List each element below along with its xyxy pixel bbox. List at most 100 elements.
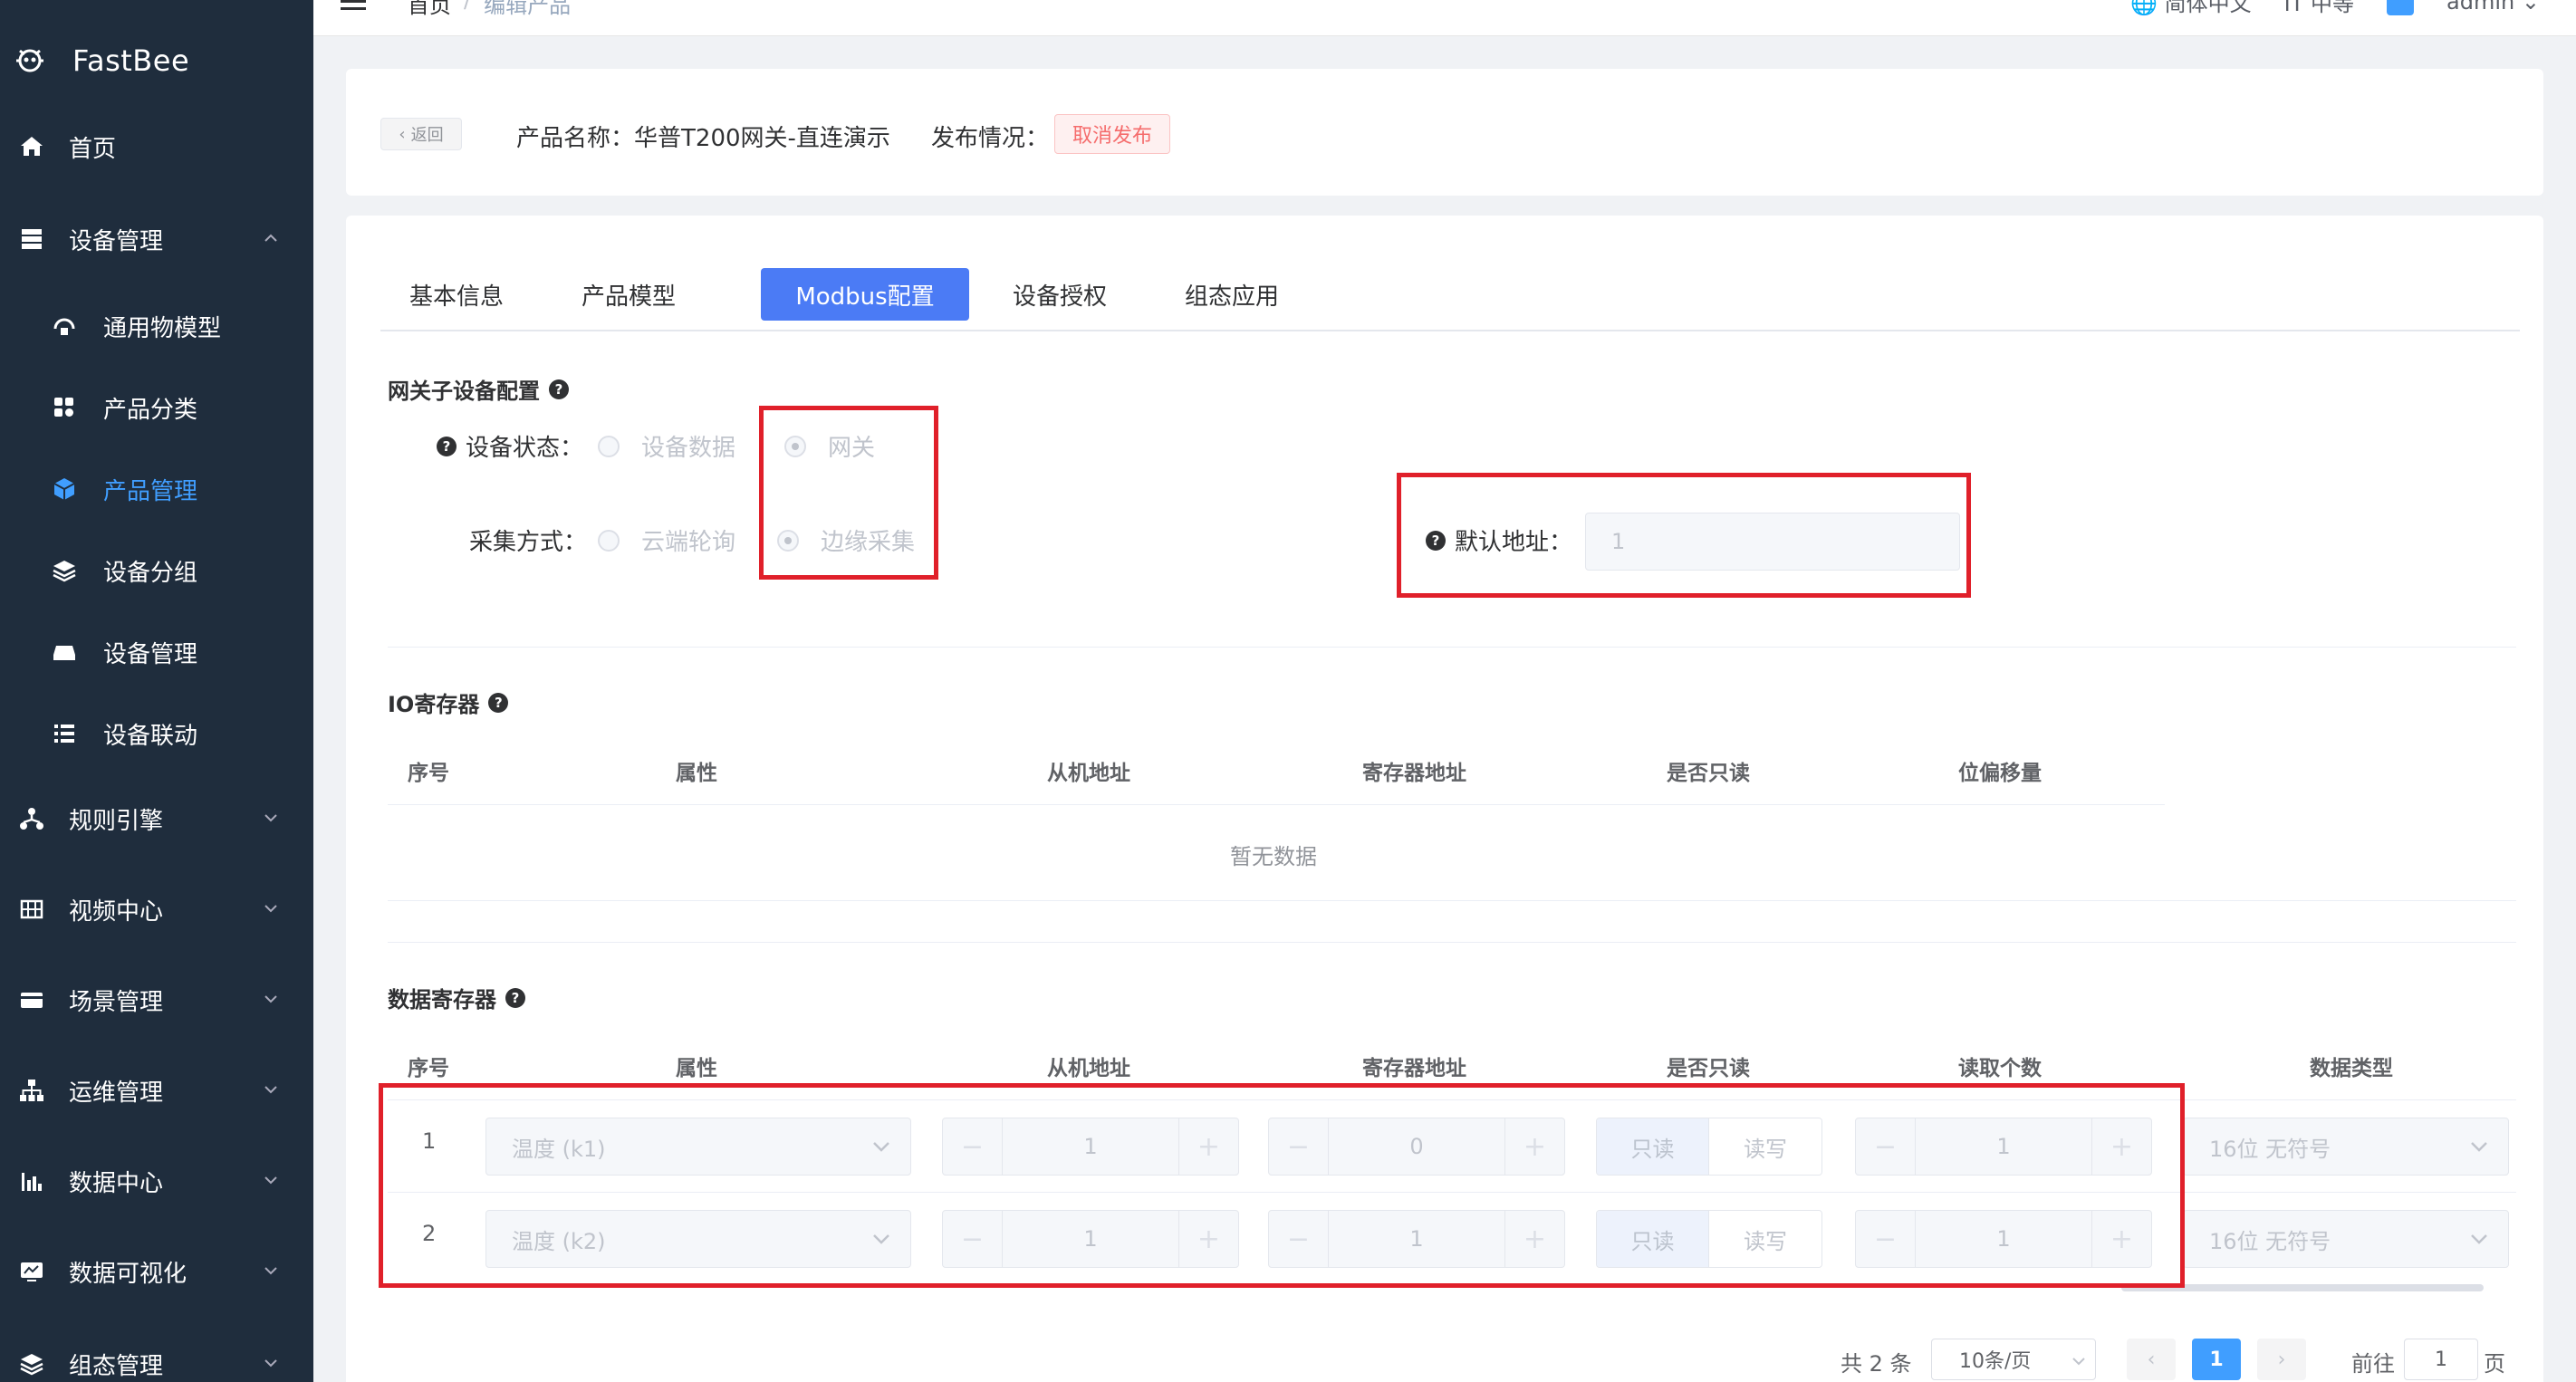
brand[interactable]: FastBee <box>13 38 189 83</box>
sidebar-item-label: 数据中心 <box>69 1169 164 1197</box>
prev-page-button[interactable]: ‹ <box>2127 1339 2176 1380</box>
data-type-select[interactable]: 16位 无符号 <box>2183 1210 2509 1268</box>
data-reg-section-title: 数据寄存器 ? <box>388 982 525 1013</box>
gateway-section-title: 网关子设备配置 ? <box>388 373 569 405</box>
data-col-index: 序号 <box>408 1057 449 1080</box>
breadcrumb-separator: / <box>464 0 472 13</box>
sidebar-item-product-category[interactable]: 产品分类 <box>0 371 313 444</box>
section-divider <box>388 647 2516 648</box>
goto-page-input[interactable]: 1 <box>2404 1339 2478 1380</box>
main-card: 基本信息 产品模型 Modbus配置 设备授权 组态应用 网关子设备配置 ? ?… <box>346 216 2543 1382</box>
tab-device-auth[interactable]: 设备授权 <box>984 268 1136 321</box>
chevron-down-icon <box>264 905 277 913</box>
collect-mode-label-text: 采集方式： <box>469 529 588 556</box>
sidebar-item-device-list[interactable]: 设备管理 <box>0 616 313 688</box>
chevron-down-icon <box>264 1359 277 1368</box>
sidebar-item-label: 运维管理 <box>69 1079 164 1107</box>
page-number-button[interactable]: 1 <box>2192 1339 2241 1380</box>
layers-icon <box>53 561 76 582</box>
sidebar-item-label: 设备管理 <box>103 640 198 668</box>
grid-icon <box>20 899 43 919</box>
language-switch[interactable]: 🌐 简体中文 <box>2130 0 2252 17</box>
chevron-down-icon <box>2072 1358 2085 1366</box>
sidebar-item-label: 组态管理 <box>69 1352 164 1380</box>
sidebar-item-data-visual[interactable]: 数据可视化 <box>0 1235 313 1308</box>
sidebar-item-label: 首页 <box>69 135 117 163</box>
bar-chart-icon <box>22 1173 42 1191</box>
chevron-down-icon <box>2471 1142 2487 1152</box>
next-page-button[interactable]: › <box>2257 1339 2306 1380</box>
chevron-down-icon <box>264 814 277 822</box>
size-switch[interactable]: IT 中等 <box>2284 0 2354 17</box>
tab-scada-app[interactable]: 组态应用 <box>1156 268 1308 321</box>
chevron-down-icon <box>264 1086 277 1094</box>
sidebar-item-label: 产品分类 <box>103 396 198 424</box>
layers-icon <box>20 1354 43 1376</box>
user-menu[interactable]: admin ⌄ <box>2446 0 2540 14</box>
sidebar-item-device-linkage[interactable]: 设备联动 <box>0 697 313 770</box>
tab-basic-info[interactable]: 基本信息 <box>380 268 533 321</box>
page-size-value: 10条/页 <box>1959 1350 2032 1373</box>
sidebar-item-scada-mgmt[interactable]: 组态管理 <box>0 1328 313 1382</box>
device-status-label: ? 设备状态： <box>437 429 583 463</box>
sidebar-item-data-center[interactable]: 数据中心 <box>0 1145 313 1217</box>
sidebar-item-home[interactable]: 首页 <box>0 110 313 183</box>
publish-status-tag[interactable]: 取消发布 <box>1054 114 1170 154</box>
sidebar-item-device-group[interactable]: 设备分组 <box>0 534 313 607</box>
page-unit-label: 页 <box>2484 1351 2505 1377</box>
data-col-data-type: 数据类型 <box>2310 1057 2393 1080</box>
sidebar-item-label: 设备分组 <box>103 559 198 587</box>
device-status-label-text: 设备状态： <box>466 435 584 462</box>
sidebar-item-ops-mgmt[interactable]: 运维管理 <box>0 1054 313 1127</box>
goto-label: 前往 <box>2351 1351 2395 1377</box>
publish-label: 发布情况： <box>931 125 1050 152</box>
breadcrumb-current: 编辑产品 <box>484 0 572 18</box>
tree-icon <box>20 1080 43 1101</box>
hamburger-icon[interactable] <box>341 0 366 13</box>
data-type-value: 16位 无符号 <box>2209 1136 2331 1162</box>
sidebar-item-label: 设备管理 <box>69 227 164 255</box>
avatar[interactable] <box>2387 0 2415 15</box>
tab-product-model[interactable]: 产品模型 <box>553 268 705 321</box>
chevron-down-icon <box>264 995 277 1003</box>
sidebar: FastBee 首页 设备管理 通用物模型 产品分类 产品管理 设备分组 设备管… <box>0 0 313 1382</box>
io-empty-text: 暂无数据 <box>1230 844 1317 869</box>
gateway-title-text: 网关子设备配置 <box>388 379 540 404</box>
help-icon[interactable]: ? <box>437 436 457 456</box>
data-type-value: 16位 无符号 <box>2209 1228 2331 1254</box>
data-type-select[interactable]: 16位 无符号 <box>2183 1118 2509 1176</box>
highlight-box-data-rows <box>379 1083 2185 1288</box>
io-col-bit-offset: 位偏移量 <box>1958 762 2042 785</box>
back-button[interactable]: ‹ 返回 <box>380 118 462 150</box>
help-icon[interactable]: ? <box>488 692 509 713</box>
io-col-index: 序号 <box>408 762 449 785</box>
help-icon[interactable]: ? <box>549 379 569 399</box>
radio-device-data[interactable]: 设备数据 <box>598 429 735 463</box>
tab-modbus-config[interactable]: Modbus配置 <box>761 268 969 321</box>
sidebar-item-product-mgmt[interactable]: 产品管理 <box>0 453 313 525</box>
help-icon[interactable]: ? <box>505 987 525 1008</box>
data-col-attr: 属性 <box>676 1057 717 1080</box>
data-col-read-count: 读取个数 <box>1958 1057 2042 1080</box>
radio-cloud-polling[interactable]: 云端轮询 <box>598 523 735 557</box>
io-col-attr: 属性 <box>676 762 717 785</box>
drive-icon <box>53 646 75 660</box>
sidebar-item-rule-engine[interactable]: 规则引擎 <box>0 782 313 855</box>
language-label: 简体中文 <box>2164 0 2252 16</box>
device-icon <box>22 229 42 249</box>
io-header-divider <box>388 804 2165 805</box>
radio-circle <box>598 435 620 457</box>
page-size-select[interactable]: 10条/页 <box>1931 1339 2096 1380</box>
sidebar-item-thing-model[interactable]: 通用物模型 <box>0 290 313 362</box>
sidebar-item-label: 通用物模型 <box>103 314 222 342</box>
sidebar-item-scene-mgmt[interactable]: 场景管理 <box>0 964 313 1036</box>
sidebar-item-video-center[interactable]: 视频中心 <box>0 873 313 945</box>
sidebar-item-device-mgmt[interactable]: 设备管理 <box>0 203 313 275</box>
tab-bar: 基本信息 产品模型 Modbus配置 设备授权 组态应用 <box>380 252 2520 331</box>
username: admin <box>2446 0 2515 14</box>
card-icon <box>21 993 43 1008</box>
product-header-card: ‹ 返回 产品名称：华普T200网关-直连演示 发布情况： 取消发布 <box>346 69 2543 196</box>
io-col-register: 寄存器地址 <box>1362 762 1466 785</box>
sidebar-item-label: 规则引擎 <box>69 807 164 835</box>
breadcrumb-home[interactable]: 首页 <box>408 0 451 19</box>
